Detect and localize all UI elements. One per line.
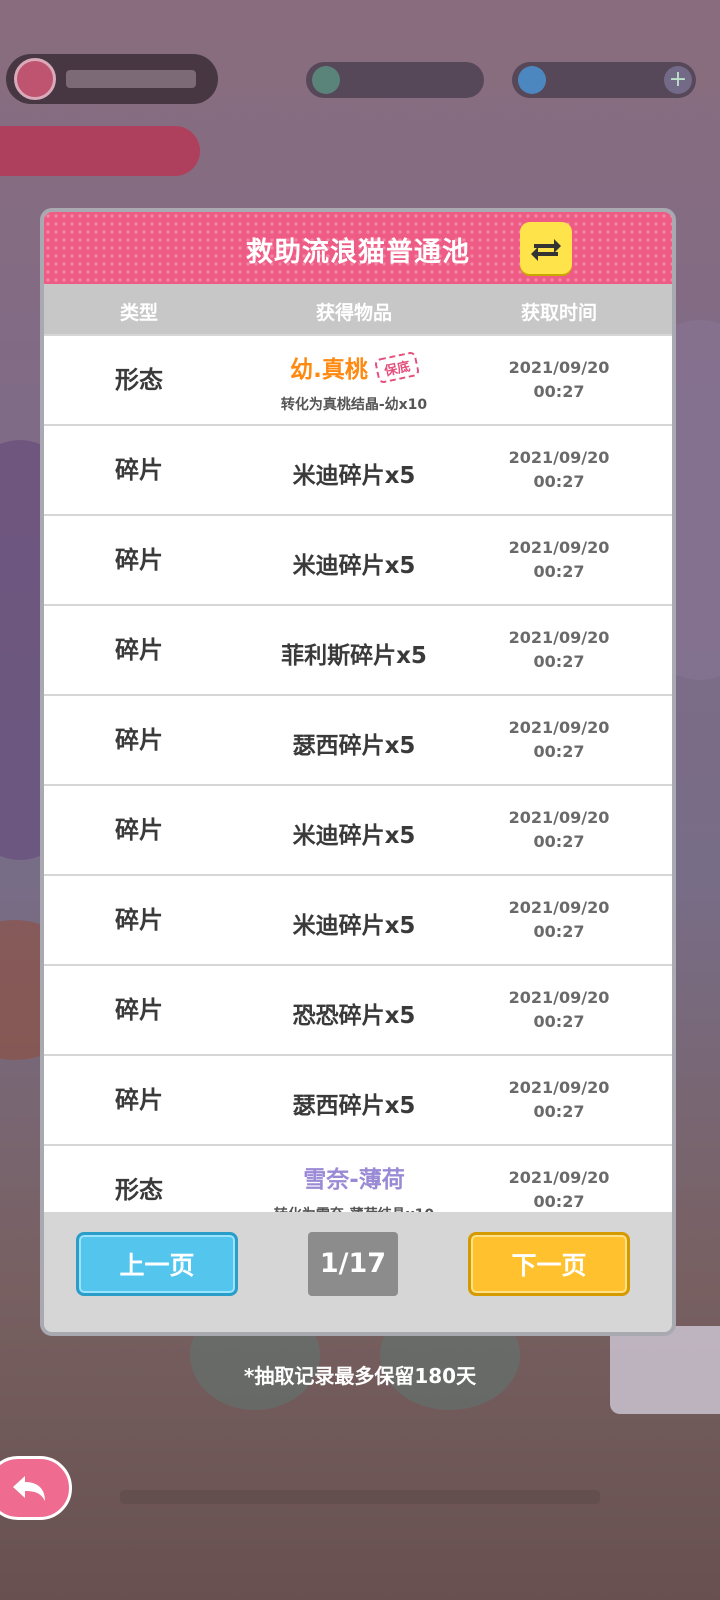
table-row: 碎片 瑟西碎片x5 2021/09/20 00:27 — [44, 1056, 672, 1144]
draw-record-dialog: 救助流浪猫普通池 类型 获得物品 获取时间 形态 幼.真桃 保底 转化为真桃结晶-… — [40, 208, 676, 1336]
row-clock: 00:27 — [533, 922, 585, 941]
add-currency-icon: + — [664, 66, 692, 94]
column-time-header: 获取时间 — [520, 302, 597, 324]
record-list[interactable]: 形态 幼.真桃 保底 转化为真桃结晶-幼x10 2021/09/20 00:27 碎… — [44, 336, 672, 1234]
column-type-header: 类型 — [119, 302, 158, 324]
table-row: 碎片 米迪碎片x5 2021/09/20 00:27 — [44, 426, 672, 514]
table-row: 碎片 菲利斯碎片x5 2021/09/20 00:27 — [44, 606, 672, 694]
row-item-name: 米迪碎片x5 — [292, 553, 416, 579]
row-type: 碎片 — [115, 636, 163, 664]
row-item: 菲利斯碎片x5 — [234, 606, 474, 694]
row-clock: 00:27 — [533, 742, 585, 761]
row-time: 2021/09/20 00:27 — [474, 806, 644, 854]
dialog-title: 救助流浪猫普通池 — [246, 237, 470, 268]
row-type: 碎片 — [115, 996, 163, 1024]
row-time: 2021/09/20 00:27 — [474, 446, 644, 494]
bottom-hint-blurred — [120, 1490, 600, 1504]
row-type: 碎片 — [115, 456, 163, 484]
row-item: 米迪碎片x5 — [234, 426, 474, 514]
row-date: 2021/09/20 — [508, 718, 610, 737]
row-time: 2021/09/20 00:27 — [474, 896, 644, 944]
row-time: 2021/09/20 00:27 — [474, 1166, 644, 1214]
row-item-note: 转化为真桃结晶-幼x10 — [280, 397, 428, 413]
row-date: 2021/09/20 — [508, 628, 610, 647]
row-time: 2021/09/20 00:27 — [474, 626, 644, 674]
row-item-name: 瑟西碎片x5 — [292, 1093, 416, 1119]
row-item: 瑟西碎片x5 — [234, 1056, 474, 1144]
row-time: 2021/09/20 00:27 — [474, 716, 644, 764]
row-item: 恐恐碎片x5 — [234, 966, 474, 1054]
row-clock: 00:27 — [533, 562, 585, 581]
row-date: 2021/09/20 — [508, 988, 610, 1007]
switch-pool-button[interactable] — [520, 222, 572, 274]
row-item-name: 瑟西碎片x5 — [292, 733, 416, 759]
currency-pill-1 — [306, 62, 484, 98]
row-item: 米迪碎片x5 — [234, 516, 474, 604]
avatar — [14, 58, 56, 100]
row-type: 碎片 — [115, 1086, 163, 1114]
player-info-pill — [6, 54, 218, 104]
row-item-name: 米迪碎片x5 — [292, 463, 416, 489]
row-clock: 00:27 — [533, 652, 585, 671]
row-type: 碎片 — [115, 546, 163, 574]
prev-page-button[interactable]: 上一页 — [76, 1232, 238, 1296]
table-row: 碎片 恐恐碎片x5 2021/09/20 00:27 — [44, 966, 672, 1054]
table-row: 碎片 米迪碎片x5 2021/09/20 00:27 — [44, 876, 672, 964]
row-date: 2021/09/20 — [508, 538, 610, 557]
player-name-blurred — [66, 70, 196, 88]
column-item-header: 获得物品 — [315, 302, 392, 324]
row-type: 碎片 — [115, 906, 163, 934]
dialog-header: 救助流浪猫普通池 — [44, 212, 672, 284]
table-row: 碎片 米迪碎片x5 2021/09/20 00:27 — [44, 786, 672, 874]
table-row: 碎片 瑟西碎片x5 2021/09/20 00:27 — [44, 696, 672, 784]
row-clock: 00:27 — [533, 472, 585, 491]
table-row: 形态 幼.真桃 保底 转化为真桃结晶-幼x10 2021/09/20 00:27 — [44, 336, 672, 424]
gem-icon — [518, 66, 546, 94]
next-page-button[interactable]: 下一页 — [468, 1232, 630, 1296]
row-clock: 00:27 — [533, 1012, 585, 1031]
row-item: 瑟西碎片x5 — [234, 696, 474, 784]
row-date: 2021/09/20 — [508, 808, 610, 827]
row-clock: 00:27 — [533, 382, 585, 401]
row-item: 幼.真桃 保底 转化为真桃结晶-幼x10 — [234, 336, 474, 424]
coin-icon — [312, 66, 340, 94]
row-clock: 00:27 — [533, 1102, 585, 1121]
retention-notice: *抽取记录最多保留180天 — [243, 1364, 477, 1388]
row-type: 碎片 — [115, 816, 163, 844]
row-time: 2021/09/20 00:27 — [474, 1076, 644, 1124]
swap-arrows-icon — [531, 239, 561, 261]
item-name-text: 幼.真桃 — [290, 357, 368, 383]
row-item-name: 米迪碎片x5 — [292, 823, 416, 849]
row-item-name: 雪奈-薄荷 — [303, 1167, 405, 1193]
row-item: 米迪碎片x5 — [234, 876, 474, 964]
row-time: 2021/09/20 00:27 — [474, 356, 644, 404]
row-date: 2021/09/20 — [508, 1078, 610, 1097]
pagination-bar: 上一页 1/17 下一页 — [44, 1212, 672, 1332]
guarantee-stamp: 保底 — [373, 350, 421, 385]
row-date: 2021/09/20 — [508, 1168, 610, 1187]
row-clock: 00:27 — [533, 832, 585, 851]
row-item-name: 米迪碎片x5 — [292, 913, 416, 939]
row-date: 2021/09/20 — [508, 358, 610, 377]
row-item-name: 恐恐碎片x5 — [292, 1003, 416, 1029]
currency-pill-2: + — [512, 62, 696, 98]
page-indicator: 1/17 — [308, 1232, 398, 1296]
record-tag-blurred — [0, 126, 200, 176]
return-arrow-icon — [13, 1476, 45, 1501]
row-time: 2021/09/20 00:27 — [474, 536, 644, 584]
row-date: 2021/09/20 — [508, 898, 610, 917]
row-item: 米迪碎片x5 — [234, 786, 474, 874]
row-date: 2021/09/20 — [508, 448, 610, 467]
row-item-name: 幼.真桃 保底 — [234, 350, 474, 385]
table-row: 碎片 米迪碎片x5 2021/09/20 00:27 — [44, 516, 672, 604]
row-clock: 00:27 — [533, 1192, 585, 1211]
table-header: 类型 获得物品 获取时间 — [44, 284, 672, 334]
row-time: 2021/09/20 00:27 — [474, 986, 644, 1034]
back-button[interactable] — [0, 1456, 72, 1520]
row-type: 碎片 — [115, 726, 163, 754]
row-item-name: 菲利斯碎片x5 — [281, 643, 427, 669]
